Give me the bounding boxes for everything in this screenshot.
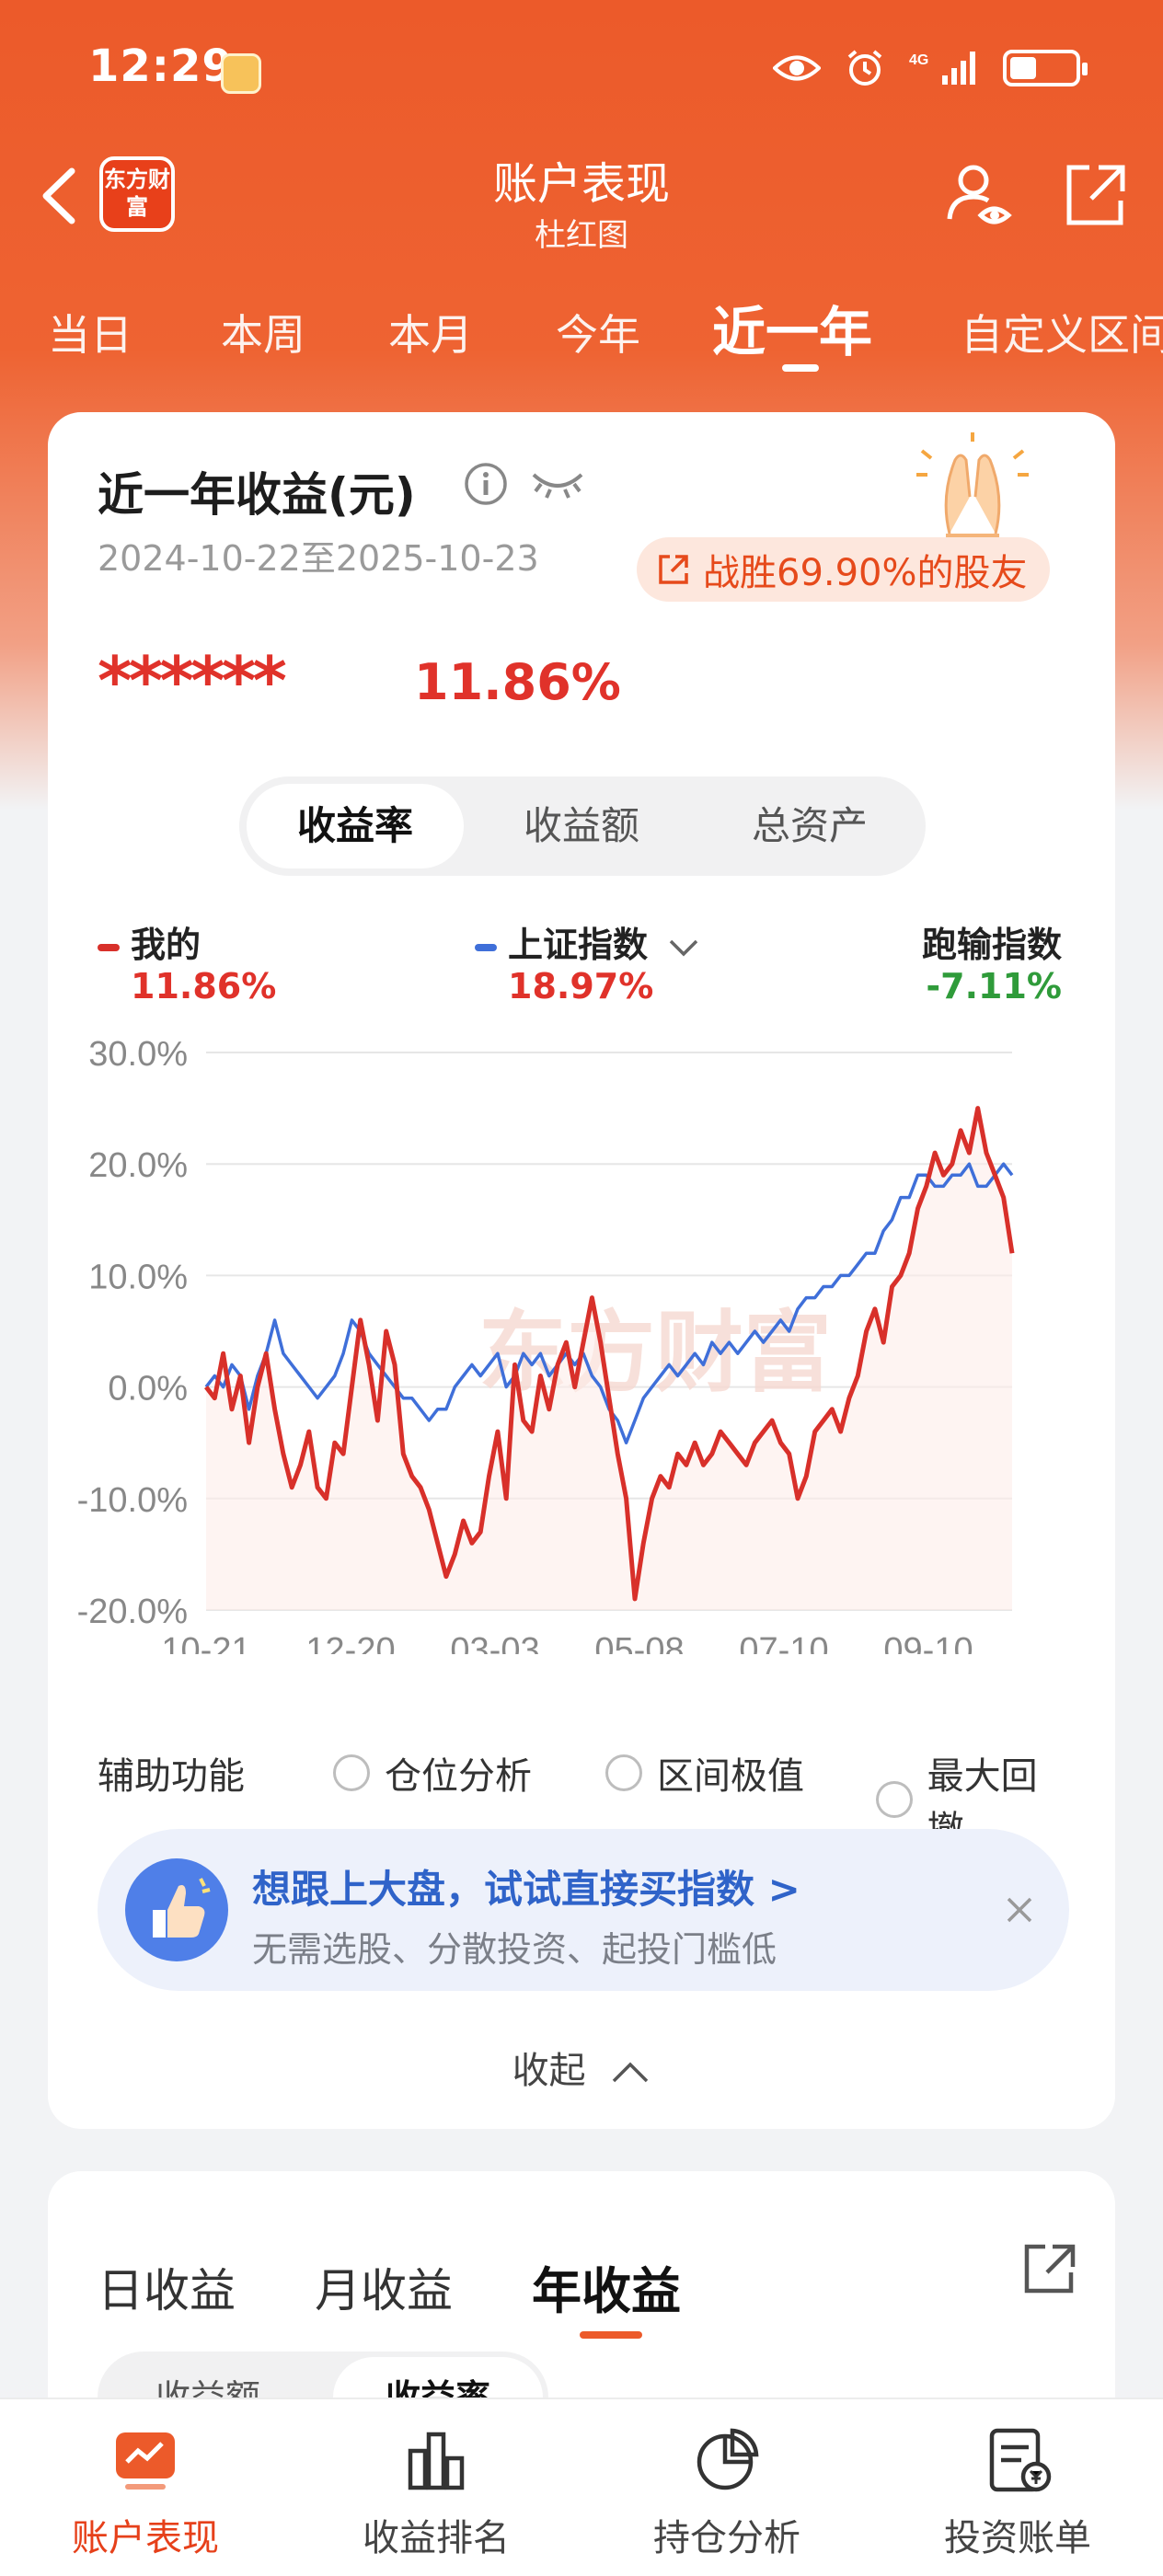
eye-icon	[773, 48, 821, 88]
y-tick-label: 20.0%	[88, 1146, 188, 1185]
aux-option-label: 仓位分析	[385, 1755, 532, 1798]
close-icon[interactable]	[997, 1888, 1042, 1932]
aux-functions: 辅助功能 仓位分析 区间极值 最大回撤	[98, 1746, 1073, 1851]
bottom-nav: 账户表现 收益排名 持仓分析 投资账单	[0, 2398, 1163, 2576]
legend-diff-label: 跑输指数	[921, 925, 1062, 965]
bill-icon	[989, 2428, 1052, 2492]
return-rate: 11.86%	[414, 653, 621, 711]
x-tick-label: 03-03	[450, 1631, 539, 1654]
pie-chart-icon	[697, 2428, 759, 2490]
y-tick-label: -20.0%	[77, 1593, 188, 1631]
segment-return-rate[interactable]: 收益率	[247, 784, 464, 868]
signal-icon: 4G	[909, 48, 983, 88]
return-chart[interactable]: 30.0% 20.0% 10.0% 0.0% -10.0% -20.0% 东方财富 10-21…	[48, 1010, 1115, 1654]
nav-label: 收益排名	[363, 2517, 510, 2559]
masked-amount: ******	[98, 642, 287, 719]
chevron-up-icon	[613, 2062, 649, 2083]
legend-index-label: 上证指数	[508, 925, 649, 965]
eye-closed-icon[interactable]	[528, 458, 587, 504]
share-icon[interactable]	[1018, 2236, 1082, 2300]
network-label: 4G	[909, 52, 928, 68]
legend-index[interactable]: 上证指数	[475, 916, 702, 967]
watermark: 东方财富	[478, 1302, 832, 1405]
legend-mine-swatch	[98, 943, 120, 951]
y-tick-label: -10.0%	[77, 1481, 188, 1520]
x-tick-label: 07-10	[739, 1631, 828, 1654]
nav-return-ranking[interactable]: 收益排名	[291, 2399, 582, 2576]
red-envelope-icon	[221, 53, 261, 94]
performance-card: 近一年收益(元) 2024-10-22至2025-10-23 战胜69.90%的…	[48, 412, 1115, 2129]
aux-option-label: 区间极值	[657, 1755, 804, 1798]
radio-icon	[876, 1781, 913, 1818]
promo-subtitle: 无需选股、分散投资、起投门槛低	[252, 1929, 777, 1970]
legend-mine: 我的	[98, 916, 201, 967]
legend-index-swatch	[475, 943, 497, 951]
status-icons: 4G	[773, 48, 1088, 88]
beat-peers-text: 战胜69.90%的股友	[703, 552, 1028, 594]
tab-this-year[interactable]: 今年	[556, 302, 640, 362]
share-button[interactable]	[1058, 158, 1132, 232]
tab-this-week[interactable]: 本周	[221, 302, 305, 362]
thumbs-up-icon	[125, 1858, 228, 1961]
promo-title: 想跟上大盘，试试直接买指数 >	[252, 1867, 800, 1912]
status-bar: 12:29 4G	[0, 37, 1163, 110]
date-range: 2024-10-22至2025-10-23	[98, 538, 539, 579]
tab-last-year[interactable]: 近一年	[712, 289, 872, 366]
metric-segment: 收益率 收益额 总资产	[239, 776, 926, 876]
status-time: 12:29	[88, 40, 234, 92]
index-promo-banner[interactable]: 想跟上大盘，试试直接买指数 > 无需选股、分散投资、起投门槛低	[98, 1829, 1069, 1991]
tab-yearly-returns[interactable]: 年收益	[532, 2250, 681, 2323]
chart-screen-icon	[116, 2432, 175, 2490]
returns-tab-indicator	[580, 2331, 642, 2339]
nav-label: 账户表现	[72, 2517, 219, 2559]
legend-mine-label: 我的	[131, 925, 202, 965]
card-title: 近一年收益(元)	[98, 468, 416, 522]
nav-holdings-analysis[interactable]: 持仓分析	[582, 2399, 872, 2576]
x-tick-label: 10-21	[161, 1631, 250, 1654]
aux-label: 辅助功能	[98, 1755, 245, 1798]
period-tabs: 当日 本周 本月 今年 近一年 自定义区间	[0, 276, 1163, 377]
nav-investment-bill[interactable]: 投资账单	[872, 2399, 1163, 2576]
y-tick-label: 30.0%	[88, 1035, 188, 1074]
share-small-icon	[659, 555, 688, 584]
x-tick-label: 09-10	[883, 1631, 973, 1654]
privacy-toggle-button[interactable]	[942, 158, 1016, 232]
x-tick-label: 05-08	[594, 1631, 684, 1654]
nav-label: 投资账单	[944, 2517, 1091, 2559]
legend-mine-value: 11.86%	[131, 966, 277, 1006]
tab-daily-returns[interactable]: 日收益	[98, 2254, 236, 2320]
segment-total-assets[interactable]: 总资产	[701, 784, 918, 868]
tab-today[interactable]: 当日	[48, 302, 132, 362]
collapse-label: 收起	[512, 2050, 586, 2092]
clap-hands-icon	[913, 432, 1032, 543]
y-tick-label: 0.0%	[108, 1370, 188, 1409]
segment-return-amount[interactable]: 收益额	[473, 784, 690, 868]
info-icon[interactable]	[462, 460, 510, 508]
beat-peers-badge[interactable]: 战胜69.90%的股友	[637, 537, 1050, 602]
tab-this-month[interactable]: 本月	[388, 302, 473, 362]
aux-range-extremes[interactable]: 区间极值	[605, 1746, 804, 1800]
battery-icon	[1003, 50, 1088, 86]
radio-icon	[333, 1754, 370, 1791]
aux-position-analysis[interactable]: 仓位分析	[333, 1746, 532, 1800]
y-tick-label: 10.0%	[88, 1258, 188, 1296]
tab-monthly-returns[interactable]: 月收益	[315, 2254, 453, 2320]
x-tick-label: 12-20	[305, 1631, 395, 1654]
legend-diff-value: -7.11%	[926, 966, 1062, 1006]
tab-custom-range[interactable]: 自定义区间	[961, 302, 1163, 362]
nav-account-performance[interactable]: 账户表现	[0, 2399, 291, 2576]
nav-label: 持仓分析	[653, 2517, 800, 2559]
alarm-icon	[841, 48, 889, 88]
radio-icon	[605, 1754, 642, 1791]
legend-index-value: 18.97%	[508, 966, 654, 1006]
chevron-down-icon	[670, 939, 698, 956]
bar-chart-icon	[408, 2432, 465, 2490]
header: 东方财富 账户表现 杜红图	[0, 138, 1163, 258]
collapse-button[interactable]: 收起	[48, 2041, 1115, 2094]
active-tab-indicator	[782, 364, 819, 372]
